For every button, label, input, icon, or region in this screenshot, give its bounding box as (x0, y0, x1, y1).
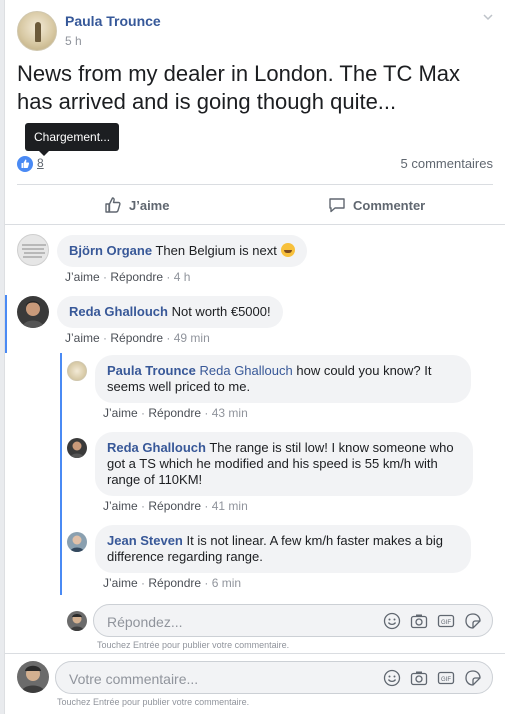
comment-text: Not worth €5000! (171, 304, 271, 319)
thread-highlight-bar (5, 295, 7, 353)
reply-input-hint: Touchez Entrée pour publier votre commen… (97, 640, 290, 650)
reply-meta: J’aime · Répondre · 6 min (103, 576, 242, 590)
gif-icon[interactable]: GIF (437, 612, 455, 630)
reply-input-placeholder: Répondez... (107, 614, 183, 630)
reply-author[interactable]: Reda Ghallouch (107, 440, 206, 455)
comment-like-link[interactable]: J’aime (65, 331, 100, 345)
reply-meta: J’aime · Répondre · 43 min (103, 406, 248, 420)
comment-input-hint: Touchez Entrée pour publier votre commen… (57, 697, 250, 707)
reply-time[interactable]: 41 min (212, 499, 248, 513)
divider (5, 653, 505, 654)
commenter-avatar[interactable] (17, 296, 49, 328)
commenter-avatar[interactable] (17, 234, 49, 266)
emoji-icon[interactable] (383, 612, 401, 630)
camera-icon[interactable] (410, 669, 428, 687)
current-user-avatar[interactable] (67, 611, 87, 631)
loading-tooltip: Chargement... (25, 123, 120, 156)
comment-reply-link[interactable]: Répondre (110, 331, 163, 345)
current-user-avatar[interactable] (17, 661, 49, 693)
reply-bubble: Reda Ghallouch The range is stil low! I … (95, 432, 473, 496)
comment-input[interactable]: Votre commentaire... GIF (55, 661, 493, 694)
comment-button[interactable]: Commenter (327, 194, 425, 216)
reply-input-tools: GIF (383, 612, 482, 630)
reply-like-link[interactable]: J’aime (103, 576, 138, 590)
reply-bubble: Jean Steven It is not linear. A few km/h… (95, 525, 471, 573)
comment-input-placeholder: Votre commentaire... (69, 671, 199, 687)
camera-icon[interactable] (410, 612, 428, 630)
comment-bubble: Björn Organe Then Belgium is next (57, 235, 307, 267)
svg-text:GIF: GIF (441, 620, 451, 626)
reply-reply-link[interactable]: Répondre (148, 499, 201, 513)
comment-icon (329, 198, 345, 213)
laughing-emoji-icon (280, 243, 295, 257)
thumbs-up-icon (105, 197, 121, 213)
comment-like-link[interactable]: J’aime (65, 270, 100, 284)
post-author-name[interactable]: Paula Trounce (65, 13, 161, 29)
gif-icon[interactable]: GIF (437, 669, 455, 687)
author-avatar[interactable] (17, 11, 57, 51)
divider (17, 184, 493, 185)
comment-reply-link[interactable]: Répondre (110, 270, 163, 284)
comment-time[interactable]: 4 h (174, 270, 191, 284)
post-text: News from my dealer in London. The TC Ma… (17, 61, 461, 114)
comment-author[interactable]: Björn Organe (69, 243, 152, 258)
comment-time[interactable]: 49 min (174, 331, 210, 345)
reply-bubble: Paula Trounce Reda Ghallouch how could y… (95, 355, 471, 403)
emoji-icon[interactable] (383, 669, 401, 687)
replies-thread-bar (60, 353, 62, 595)
like-button-label: J’aime (129, 197, 170, 213)
reply-like-link[interactable]: J’aime (103, 499, 138, 513)
comment-meta: J’aime · Répondre · 49 min (65, 331, 210, 345)
sticker-icon[interactable] (464, 612, 482, 630)
reply-like-link[interactable]: J’aime (103, 406, 138, 420)
reply-reply-link[interactable]: Répondre (148, 406, 201, 420)
chevron-down-icon[interactable] (483, 12, 493, 22)
comment-input-tools: GIF (383, 669, 482, 687)
like-reaction-icon[interactable] (17, 156, 33, 172)
commenter-avatar[interactable] (67, 361, 87, 381)
like-button[interactable]: J’aime (103, 194, 169, 216)
reply-author[interactable]: Jean Steven (107, 533, 183, 548)
comment-meta: J’aime · Répondre · 4 h (65, 270, 191, 284)
svg-text:GIF: GIF (441, 677, 451, 683)
like-count[interactable]: 8 (37, 156, 44, 170)
comment-button-label: Commenter (353, 197, 426, 213)
comments-count-link[interactable]: 5 commentaires (401, 156, 493, 171)
commenter-avatar[interactable] (67, 438, 87, 458)
sticker-icon[interactable] (464, 669, 482, 687)
reply-input[interactable]: Répondez... GIF (93, 604, 493, 637)
reply-mention[interactable]: Reda Ghallouch (200, 363, 293, 378)
commenter-avatar[interactable] (67, 532, 87, 552)
comment-author[interactable]: Reda Ghallouch (69, 304, 168, 319)
reply-time[interactable]: 6 min (212, 576, 241, 590)
comments-section: Björn Organe Then Belgium is next J’aime… (5, 225, 505, 714)
post-timestamp[interactable]: 5 h (65, 34, 82, 48)
reply-reply-link[interactable]: Répondre (148, 576, 201, 590)
reply-author[interactable]: Paula Trounce (107, 363, 196, 378)
comment-text: Then Belgium is next (155, 243, 277, 258)
reply-meta: J’aime · Répondre · 41 min (103, 499, 248, 513)
post-card: Paula Trounce 5 h News from my dealer in… (4, 0, 505, 714)
comment-bubble: Reda Ghallouch Not worth €5000! (57, 296, 283, 328)
reply-time[interactable]: 43 min (212, 406, 248, 420)
